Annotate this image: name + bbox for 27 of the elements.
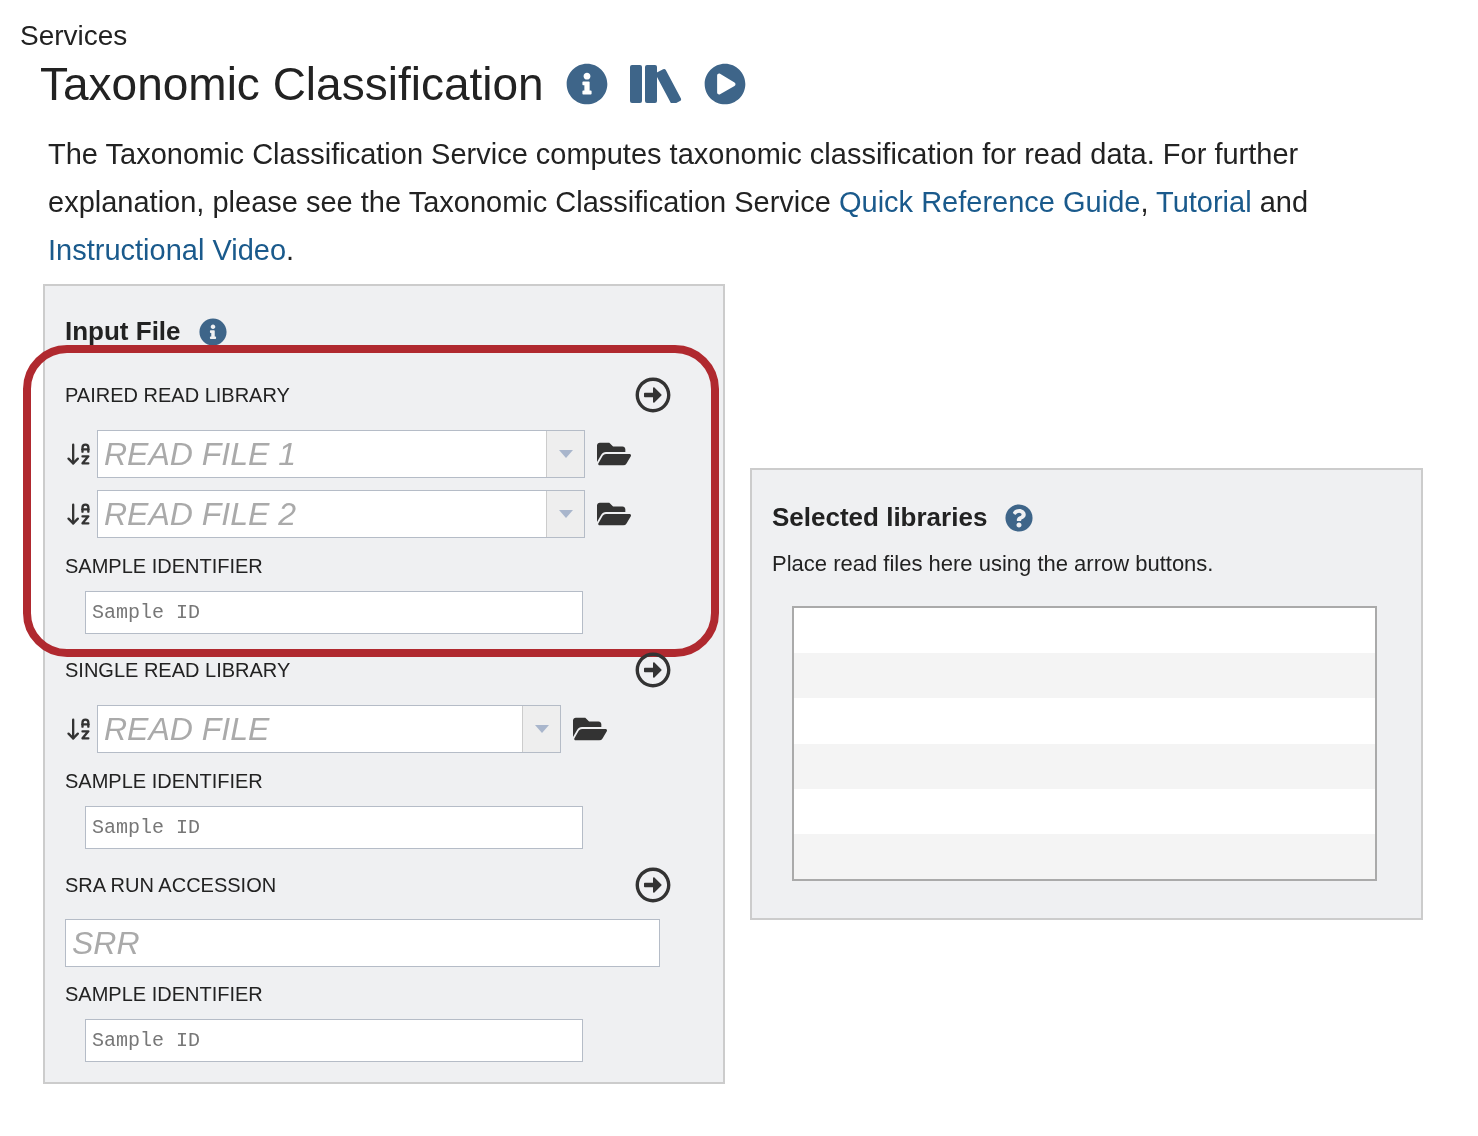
info-icon[interactable] bbox=[198, 317, 227, 346]
field-label: SAMPLE IDENTIFIER bbox=[65, 555, 263, 577]
panel-hint: Place read files here using the arrow buttons. bbox=[772, 550, 1215, 578]
breadcrumb: Services bbox=[20, 20, 128, 51]
page-title: Taxonomic Classification bbox=[40, 57, 544, 112]
guide-link[interactable]: Instructional Video bbox=[48, 234, 287, 266]
service-description: The Taxonomic Classification Service computes taxonomic classification for read data. For further explanation, please see the Taxonomic Classification Service Quick Reference Guide, Tutorial and Instructional Video. bbox=[48, 137, 1310, 268]
arrow-right-icon[interactable] bbox=[635, 867, 671, 903]
guide-link[interactable]: Quick Reference Guide bbox=[838, 186, 1141, 218]
sample-id-field[interactable]: Sample ID bbox=[85, 1019, 583, 1062]
sample-id-field[interactable]: Sample ID bbox=[85, 591, 583, 634]
play-icon[interactable] bbox=[703, 63, 746, 105]
panel-title: Selected libraries bbox=[772, 501, 988, 534]
help-icon[interactable] bbox=[1005, 503, 1034, 532]
arrow-right-icon[interactable] bbox=[635, 652, 671, 688]
section-heading: SRA RUN ACCESSION bbox=[65, 873, 277, 898]
guide-link[interactable]: Tutorial bbox=[1156, 186, 1252, 218]
accession-field[interactable]: SRR bbox=[65, 919, 660, 967]
panel-title: Input File bbox=[65, 315, 181, 348]
section-heading: SINGLE READ LIBRARY bbox=[65, 658, 291, 683]
field-label: SAMPLE IDENTIFIER bbox=[65, 983, 263, 1005]
arrow-right-icon[interactable] bbox=[635, 377, 671, 413]
field-label: SAMPLE IDENTIFIER bbox=[65, 770, 263, 792]
sample-id-field[interactable]: Sample ID bbox=[85, 806, 583, 849]
section-heading: PAIRED READ LIBRARY bbox=[65, 383, 290, 408]
info-icon[interactable] bbox=[565, 63, 608, 105]
books-icon[interactable] bbox=[629, 65, 682, 103]
